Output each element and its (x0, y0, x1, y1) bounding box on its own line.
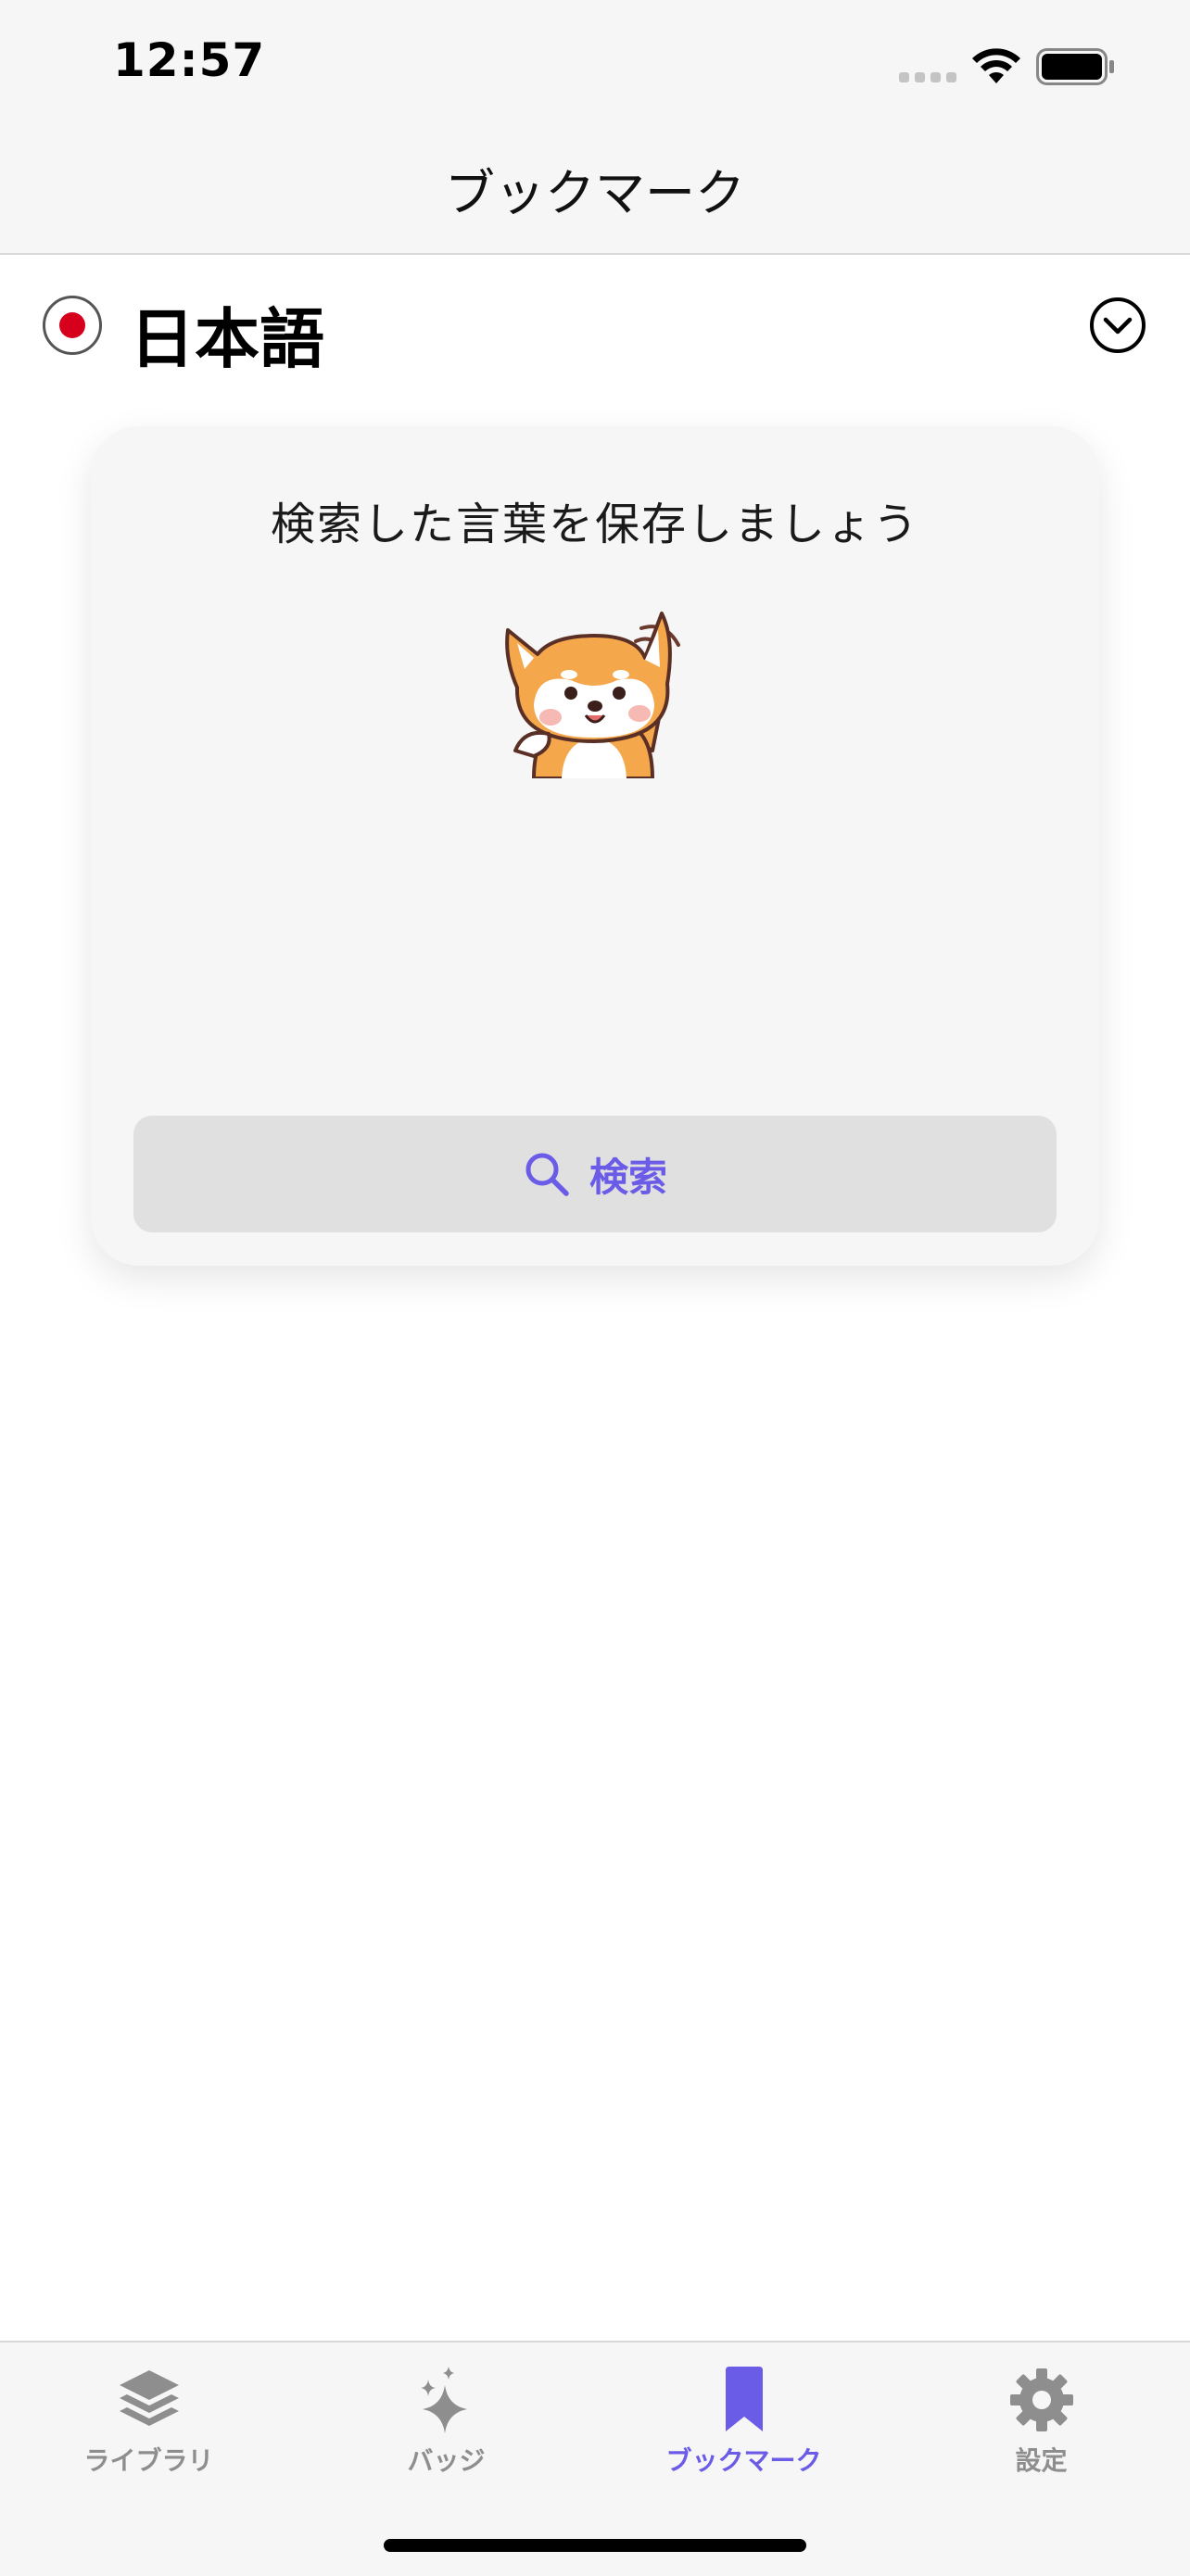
language-name: 日本語 (130, 301, 324, 377)
status-bar: 12:57 (0, 0, 1190, 120)
tab-label: ライブラリ (83, 2445, 214, 2476)
empty-state-message: 検索した言葉を保存しましょう (270, 499, 919, 550)
bookmark-icon (725, 2367, 763, 2431)
tab-settings[interactable]: 設定 (892, 2342, 1190, 2491)
empty-bookmarks-card: 検索した言葉を保存しましょう 検索 (91, 426, 1099, 1266)
tab-badges[interactable]: バッジ (298, 2342, 595, 2491)
battery-icon (1036, 48, 1114, 85)
japan-flag-icon (43, 296, 102, 355)
language-selector[interactable]: 日本語 (0, 255, 1190, 394)
tab-label: ブックマーク (665, 2445, 822, 2476)
sparkles-icon (420, 2367, 467, 2433)
search-icon (525, 1153, 569, 1196)
navigation-bar: ブックマーク (0, 120, 1190, 255)
tab-label: 設定 (1015, 2445, 1068, 2476)
status-time: 12:57 (113, 33, 266, 87)
chevron-down-circle-icon[interactable] (1089, 297, 1146, 354)
tab-label: バッジ (407, 2445, 486, 2476)
wifi-icon (972, 48, 1020, 83)
stack-layers-icon (119, 2370, 179, 2426)
cellular-signal-icon (899, 72, 956, 83)
search-button[interactable]: 検索 (133, 1116, 1057, 1232)
page-title: ブックマーク (445, 164, 745, 222)
tab-bookmarks[interactable]: ブックマーク (595, 2342, 892, 2491)
tab-library[interactable]: ライブラリ (0, 2342, 298, 2491)
search-button-label: 検索 (589, 1154, 667, 1200)
shiba-dog-waving-illustration (505, 612, 680, 778)
home-indicator (384, 2539, 806, 2552)
gear-icon (1009, 2368, 1073, 2431)
